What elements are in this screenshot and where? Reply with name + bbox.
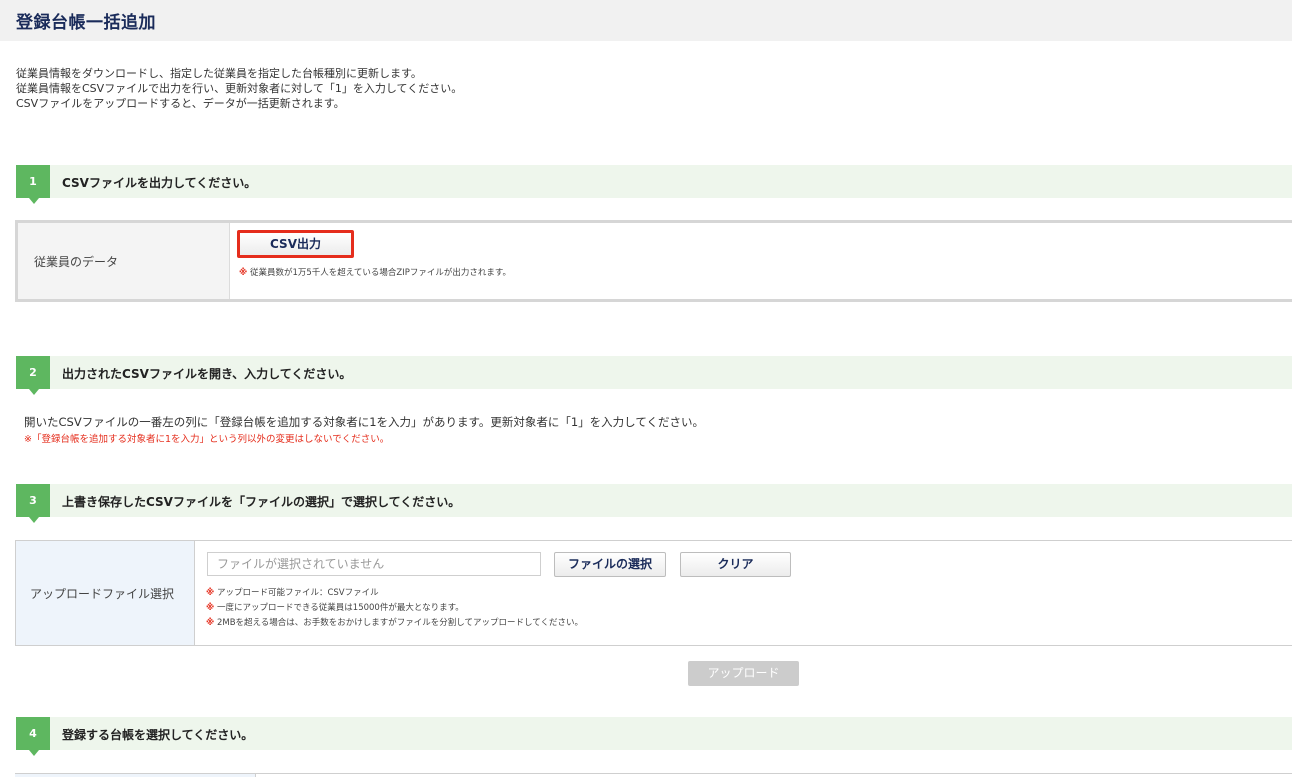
step-4-title: 登録する台帳を選択してください。 — [62, 728, 254, 742]
note-mark: ※ — [206, 603, 215, 613]
clear-button[interactable]: クリア — [680, 552, 791, 577]
step-1-number: 1 — [16, 165, 50, 204]
step-2-header: 2 出力されたCSVファイルを開き、入力してください。 — [16, 356, 1292, 395]
step-4-number: 4 — [16, 717, 50, 756]
upload-note-1: ※ アップロード可能ファイル：CSVファイル — [206, 586, 379, 598]
note-mark: ※ — [206, 588, 215, 598]
upload-note-text: アップロード可能ファイル：CSVファイル — [216, 588, 379, 598]
page-header: 登録台帳一括追加 — [0, 0, 1292, 41]
employee-data-label: 従業員のデータ — [34, 255, 119, 269]
step-2-number: 2 — [16, 356, 50, 395]
upload-button[interactable]: アップロード — [688, 661, 799, 686]
intro-line: 従業員情報をダウンロードし、指定した従業員を指定した台帳種別に更新します。 — [16, 67, 422, 80]
upload-note-text: 一度にアップロードできる従業員は15000件が最大となります。 — [216, 603, 464, 613]
step-3-header: 3 上書き保存したCSVファイルを「ファイルの選択」で選択してください。 — [16, 484, 1292, 523]
employee-data-table: 従業員のデータ — [15, 220, 1292, 302]
upload-file-label-cell: アップロードファイル選択 — [16, 541, 195, 645]
step-1-title: CSVファイルを出力してください。 — [62, 176, 257, 190]
upload-note-2: ※ 一度にアップロードできる従業員は15000件が最大となります。 — [206, 601, 464, 613]
step-4-header: 4 登録する台帳を選択してください。 — [16, 717, 1292, 756]
upload-note-text: 2MBを超える場合は、お手数をおかけしますがファイルを分割してアップロードしてく… — [216, 618, 584, 628]
step-3-title: 上書き保存したCSVファイルを「ファイルの選択」で選択してください。 — [62, 495, 461, 509]
csv-export-note: ※ 従業員数が1万5千人を超えている場合ZIPファイルが出力されます。 — [239, 266, 511, 278]
employee-data-label-cell: 従業員のデータ — [18, 223, 230, 299]
upload-note-3: ※ 2MBを超える場合は、お手数をおかけしますがファイルを分割してアップロードし… — [206, 616, 583, 628]
intro-line: 従業員情報をCSVファイルで出力を行い、更新対象者に対して「1」を入力してくださ… — [16, 82, 463, 95]
step-2-instruction: 開いたCSVファイルの一番左の列に「登録台帳を追加する対象者に1を入力」がありま… — [24, 415, 704, 429]
step-2-title: 出力されたCSVファイルを開き、入力してください。 — [62, 367, 352, 381]
page-title: 登録台帳一括追加 — [16, 13, 156, 33]
note-mark: ※ — [239, 268, 248, 278]
intro-description: 従業員情報をダウンロードし、指定した従業員を指定した台帳種別に更新します。 従業… — [16, 66, 462, 111]
note-mark: ※ — [206, 618, 215, 628]
file-name-field[interactable]: ファイルが選択されていません — [207, 552, 541, 576]
step-1-header: 1 CSVファイルを出力してください。 — [16, 165, 1292, 204]
intro-line: CSVファイルをアップロードすると、データが一括更新されます。 — [16, 97, 345, 110]
csv-export-button[interactable]: CSV出力 — [237, 230, 354, 258]
ledger-select-table — [15, 773, 1292, 777]
csv-export-note-text: 従業員数が1万5千人を超えている場合ZIPファイルが出力されます。 — [249, 268, 511, 278]
step-2-warning: ※「登録台帳を追加する対象者に1を入力」という列以外の変更はしないでください。 — [24, 434, 390, 445]
upload-file-label: アップロードファイル選択 — [30, 587, 175, 601]
step-3-number: 3 — [16, 484, 50, 523]
file-select-button[interactable]: ファイルの選択 — [554, 552, 666, 577]
